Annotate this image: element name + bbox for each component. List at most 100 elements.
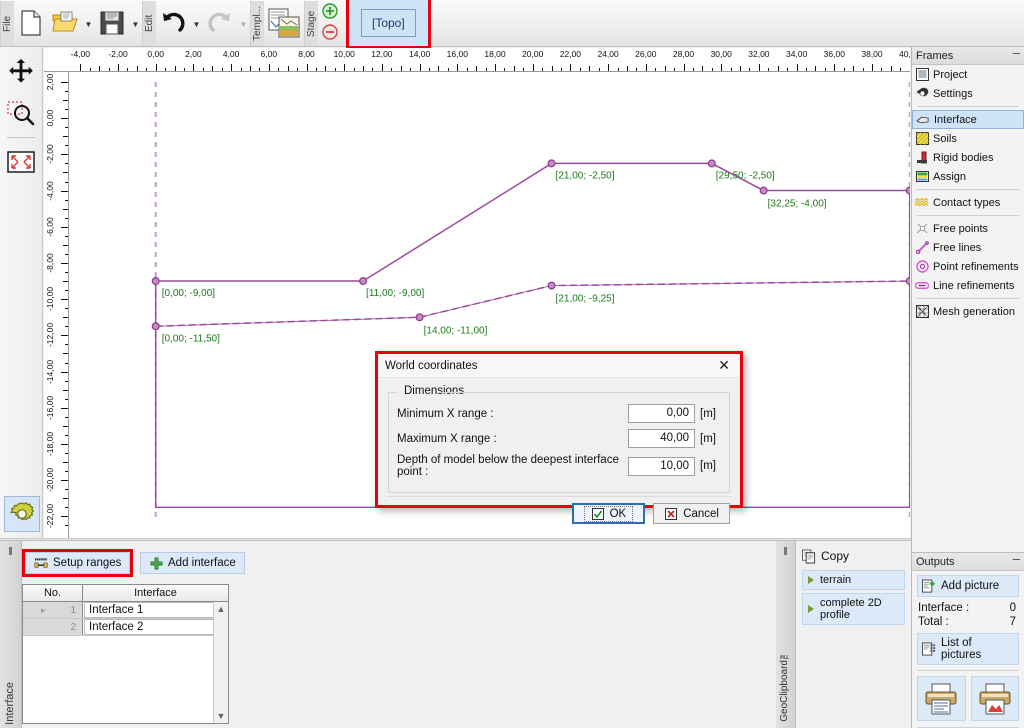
interface-vertical-tab[interactable]: Interface xyxy=(0,541,22,728)
interface-line-1[interactable] xyxy=(155,162,910,282)
interface-point[interactable] xyxy=(415,313,424,322)
redo-button xyxy=(203,3,237,43)
sidebar-item-rigid-bodies[interactable]: Rigid bodies xyxy=(912,148,1024,167)
add-picture-button[interactable]: Add picture xyxy=(917,575,1019,597)
interface-name-cell[interactable]: Interface 2 xyxy=(84,619,227,635)
save-dropdown-arrow[interactable]: ▼ xyxy=(129,3,142,43)
ruler-y-tick xyxy=(65,398,68,400)
new-document-button[interactable] xyxy=(14,3,48,43)
ruler-y-tick xyxy=(65,91,68,92)
interface-name-cell[interactable]: Interface 1 xyxy=(84,602,227,618)
ruler-x-label: 30,00 xyxy=(710,49,732,59)
setup-ranges-highlight: Setup ranges xyxy=(22,549,134,577)
sidebar-item-soils[interactable]: Soils xyxy=(912,129,1024,148)
table-scrollbar[interactable]: ▲ ▼ xyxy=(213,602,228,723)
list-of-pictures-button[interactable]: List of pictures xyxy=(917,633,1019,665)
frames-panel-title: Frames xyxy=(916,49,954,62)
stage-add-button[interactable] xyxy=(322,3,338,22)
interface-table[interactable]: No. Interface ▸ 1 Interface 1 2 Interface 2 … xyxy=(22,584,229,724)
copy-icon xyxy=(802,549,816,563)
ruler-x-label: 16,00 xyxy=(446,49,468,59)
geoclipboard-vertical-tab[interactable]: GeoClipboard™ xyxy=(776,540,796,728)
sidebar-item-point-refinements[interactable]: Point refinements xyxy=(912,257,1024,276)
point-coordinate-label: [29,50; -2,50] xyxy=(716,170,775,181)
stage-remove-button[interactable] xyxy=(322,24,338,43)
ruler-x-tick xyxy=(711,68,713,71)
vertical-ruler[interactable]: 2,00 0,00 -2,00 -4,00 -6,00 -8,00 -10,00 -12,00… xyxy=(44,72,69,538)
add-interface-button[interactable]: Add interface xyxy=(140,552,245,574)
ruler-x-label: 0,00 xyxy=(147,49,164,59)
ruler-y-tick xyxy=(65,181,68,183)
close-icon[interactable]: ✕ xyxy=(712,357,736,374)
ruler-x-tick xyxy=(400,66,402,71)
table-row[interactable]: ▸ 1 Interface 1 xyxy=(23,602,228,619)
outputs-minimize-button[interactable]: – xyxy=(1013,552,1020,568)
point-refinements-icon xyxy=(915,260,929,274)
ruler-x-tick xyxy=(155,64,157,71)
open-dropdown-arrow[interactable]: ▼ xyxy=(82,3,95,43)
topo-stage-button[interactable]: [Topo] xyxy=(346,0,431,49)
interface-point[interactable] xyxy=(151,277,160,286)
scroll-down-arrow[interactable]: ▼ xyxy=(217,709,226,723)
interface-point[interactable] xyxy=(905,186,910,195)
ruler-x-tick xyxy=(721,64,723,71)
ruler-x-tick xyxy=(325,66,327,71)
ruler-y-tick xyxy=(65,471,68,473)
sidebar-item-interface[interactable]: Interface xyxy=(912,110,1024,129)
undo-button[interactable] xyxy=(156,3,190,43)
sidebar-item-contact-types[interactable]: Contact types xyxy=(912,193,1024,212)
ruler-y-label: -12,00 xyxy=(45,323,55,348)
interface-point[interactable] xyxy=(359,277,368,286)
sidebar-item-mesh-generation[interactable]: Mesh generation xyxy=(912,302,1024,321)
horizontal-ruler[interactable]: -4,00 -2,00 0,00 2,00 4,00 6,00 8,00 10,00 12,00… xyxy=(60,48,910,72)
sidebar-item-assign[interactable]: Assign xyxy=(912,167,1024,186)
dialog-title-bar[interactable]: World coordinates ✕ xyxy=(378,354,740,378)
total-count-label: Total : xyxy=(918,616,949,628)
copy-item-terrain[interactable]: terrain xyxy=(802,570,905,590)
save-button[interactable] xyxy=(95,3,129,43)
print-document-button[interactable] xyxy=(917,676,966,721)
max-x-range-input[interactable]: 40,00 xyxy=(628,429,695,448)
interface-line-2[interactable] xyxy=(155,280,910,328)
pan-tool-button[interactable] xyxy=(3,53,39,89)
interface-vertical-tab-label: Interface xyxy=(4,682,16,725)
view-settings-gear-button[interactable] xyxy=(4,496,40,532)
interface-point[interactable] xyxy=(759,186,768,195)
open-folder-button[interactable] xyxy=(48,3,82,43)
ruler-x-tick xyxy=(419,64,421,71)
zoom-window-tool-button[interactable] xyxy=(3,95,39,131)
interface-icon xyxy=(916,113,930,127)
sidebar-item-line-refinements[interactable]: Line refinements xyxy=(912,276,1024,295)
interface-point[interactable] xyxy=(905,277,910,286)
table-row[interactable]: 2 Interface 2 xyxy=(23,619,228,636)
ruler-x-tick xyxy=(447,68,449,71)
interface-point[interactable] xyxy=(547,159,556,168)
min-x-range-input[interactable]: 0,00 xyxy=(628,404,695,423)
interface-point[interactable] xyxy=(707,159,716,168)
depth-below-deepest-label: Depth of model below the deepest interfa… xyxy=(397,454,619,478)
copy-panel-title: Copy xyxy=(821,549,850,563)
setup-ranges-button[interactable]: Setup ranges xyxy=(25,552,131,574)
ok-button[interactable]: OK xyxy=(571,503,646,524)
zoom-all-tool-button[interactable] xyxy=(3,144,39,180)
templates-button[interactable] xyxy=(264,3,304,43)
ruler-y-label: -16,00 xyxy=(45,395,55,420)
max-x-range-label: Maximum X range : xyxy=(397,432,497,445)
ruler-y-tick xyxy=(65,272,68,273)
cancel-button[interactable]: Cancel xyxy=(653,503,730,524)
scroll-up-arrow[interactable]: ▲ xyxy=(217,602,226,616)
sidebar-item-free-lines[interactable]: Free lines xyxy=(912,238,1024,257)
frames-minimize-button[interactable]: – xyxy=(1013,46,1020,62)
sidebar-item-project[interactable]: Project xyxy=(912,65,1024,84)
ruler-y-tick xyxy=(65,525,68,527)
sidebar-item-free-points[interactable]: Free points xyxy=(912,219,1024,238)
copy-item-complete-2d-profile[interactable]: complete 2D profile xyxy=(802,593,905,625)
sidebar-item-settings[interactable]: Settings xyxy=(912,84,1024,103)
interface-point[interactable] xyxy=(547,281,556,290)
interface-point[interactable] xyxy=(151,322,160,331)
ruler-x-tick xyxy=(617,68,619,71)
depth-below-deepest-input[interactable]: 10,00 xyxy=(628,456,695,476)
print-picture-button[interactable] xyxy=(970,676,1019,721)
undo-dropdown-arrow[interactable]: ▼ xyxy=(190,3,203,43)
point-coordinate-label: [0,00; -11,50] xyxy=(162,333,220,344)
